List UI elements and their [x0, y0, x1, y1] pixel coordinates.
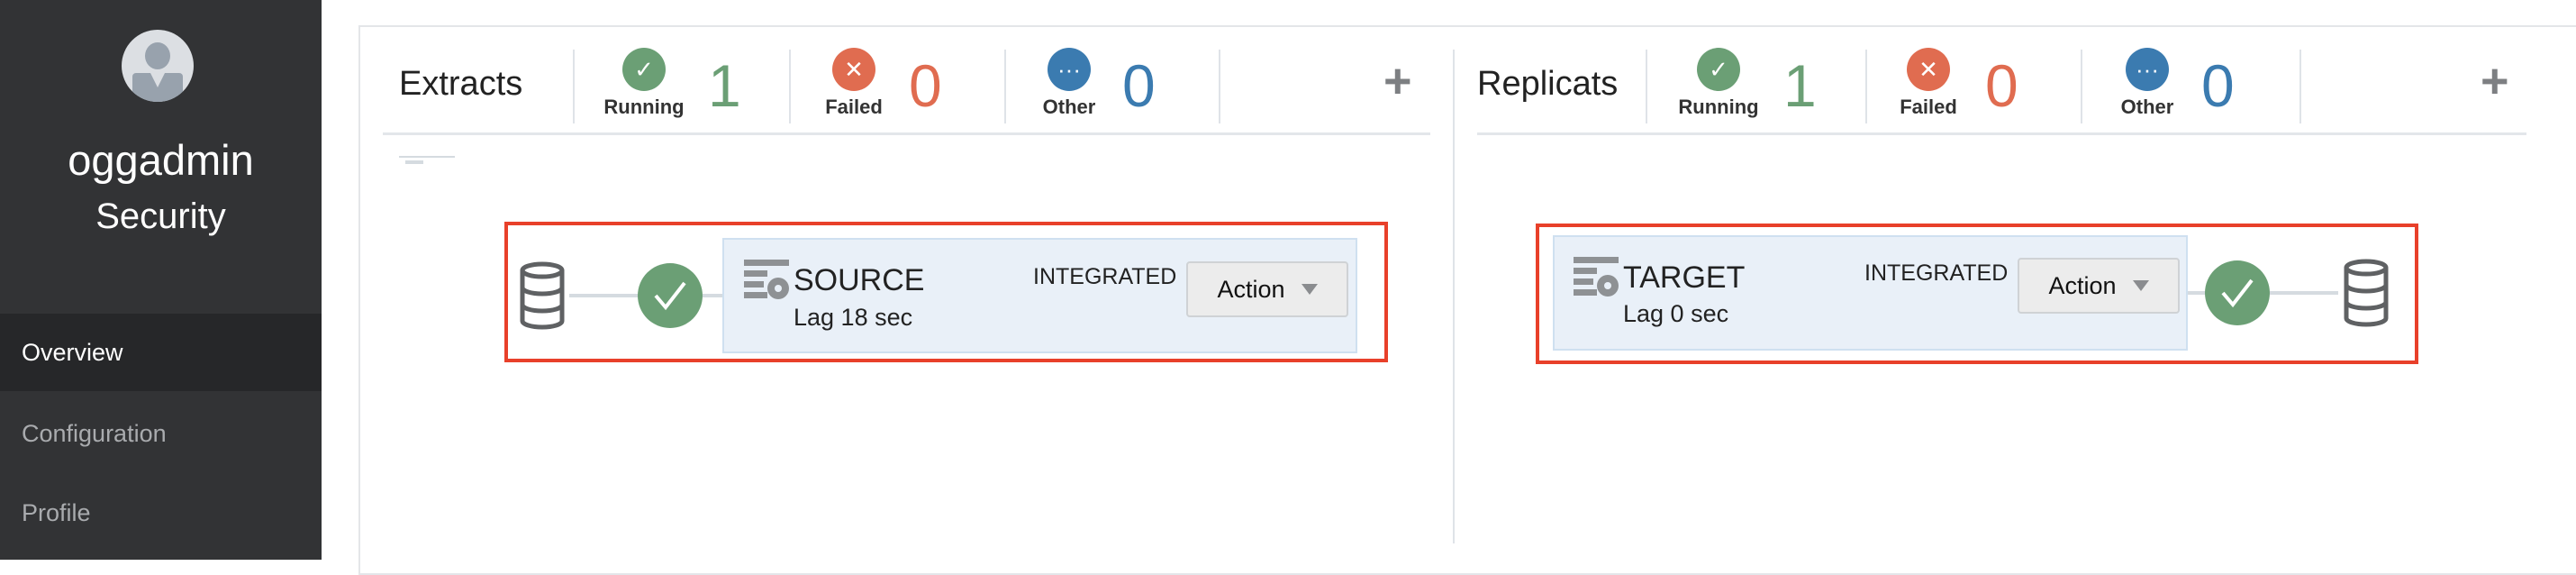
extract-type: INTEGRATED	[1033, 264, 1177, 289]
replicat-name[interactable]: TARGET	[1623, 260, 1745, 296]
divider	[789, 50, 791, 123]
other-label: Other	[1042, 96, 1096, 118]
replicats-title: Replicats	[1477, 65, 1619, 103]
other-ellipsis-icon: ···	[1048, 48, 1091, 91]
divider	[573, 50, 575, 123]
running-check-icon: ✓	[1697, 48, 1740, 91]
connector-line	[2188, 291, 2206, 295]
divider	[1646, 50, 1647, 123]
divider	[399, 156, 455, 158]
process-gear-icon	[1574, 257, 1619, 297]
database-icon	[520, 261, 565, 330]
divider	[1219, 50, 1220, 123]
running-label: Running	[603, 96, 685, 118]
failed-label: Failed	[1900, 96, 1957, 118]
replicat-status-check-icon	[2205, 260, 2270, 325]
sidebar: oggadmin Security Overview Configuration…	[0, 0, 322, 560]
extracts-running-count[interactable]: 1	[708, 56, 741, 115]
dropdown-arrow-icon	[1301, 284, 1318, 295]
connector-line	[2270, 291, 2338, 295]
user-avatar	[122, 30, 194, 102]
replicat-lag: Lag 0 sec	[1623, 300, 1729, 327]
extracts-other-count[interactable]: 0	[1122, 56, 1156, 115]
add-extract-plus-icon[interactable]: +	[1383, 57, 1412, 105]
divider	[2081, 50, 2082, 123]
divider	[1865, 50, 1867, 123]
connector-line	[569, 294, 638, 297]
extracts-title: Extracts	[399, 65, 523, 103]
panel-divider	[1453, 50, 1455, 543]
extract-name[interactable]: SOURCE	[794, 263, 924, 298]
replicat-type: INTEGRATED	[1864, 260, 2009, 286]
replicats-failed-count[interactable]: 0	[1985, 56, 2018, 115]
add-replicat-plus-icon[interactable]: +	[2481, 57, 2509, 105]
failed-label: Failed	[825, 96, 883, 118]
nav-profile[interactable]: Profile	[0, 474, 322, 552]
user-role: Security	[95, 196, 226, 236]
nav-overview[interactable]: Overview	[0, 314, 322, 391]
extract-status-check-icon	[638, 263, 703, 328]
action-label: Action	[2048, 271, 2117, 299]
replicats-other-count[interactable]: 0	[2201, 56, 2235, 115]
divider	[1004, 50, 1006, 123]
dropdown-arrow-icon	[2132, 280, 2149, 291]
running-label: Running	[1678, 96, 1759, 118]
divider	[383, 132, 1430, 135]
replicat-action-dropdown[interactable]: Action	[2018, 258, 2180, 314]
database-icon	[2344, 259, 2389, 327]
connector-line	[703, 294, 724, 297]
divider	[405, 160, 423, 164]
action-label: Action	[1217, 275, 1285, 303]
extract-lag: Lag 18 sec	[794, 304, 913, 331]
divider	[1477, 132, 2526, 135]
process-gear-icon	[744, 260, 789, 299]
nav-configuration[interactable]: Configuration	[0, 395, 322, 472]
replicats-running-count[interactable]: 1	[1783, 56, 1817, 115]
extract-action-dropdown[interactable]: Action	[1186, 261, 1348, 317]
username: oggadmin	[68, 136, 254, 184]
running-check-icon: ✓	[622, 48, 666, 91]
failed-x-icon: ✕	[832, 48, 875, 91]
other-ellipsis-icon: ···	[2126, 48, 2169, 91]
extracts-failed-count[interactable]: 0	[909, 56, 942, 115]
failed-x-icon: ✕	[1907, 48, 1950, 91]
divider	[2299, 50, 2301, 123]
other-label: Other	[2120, 96, 2174, 118]
